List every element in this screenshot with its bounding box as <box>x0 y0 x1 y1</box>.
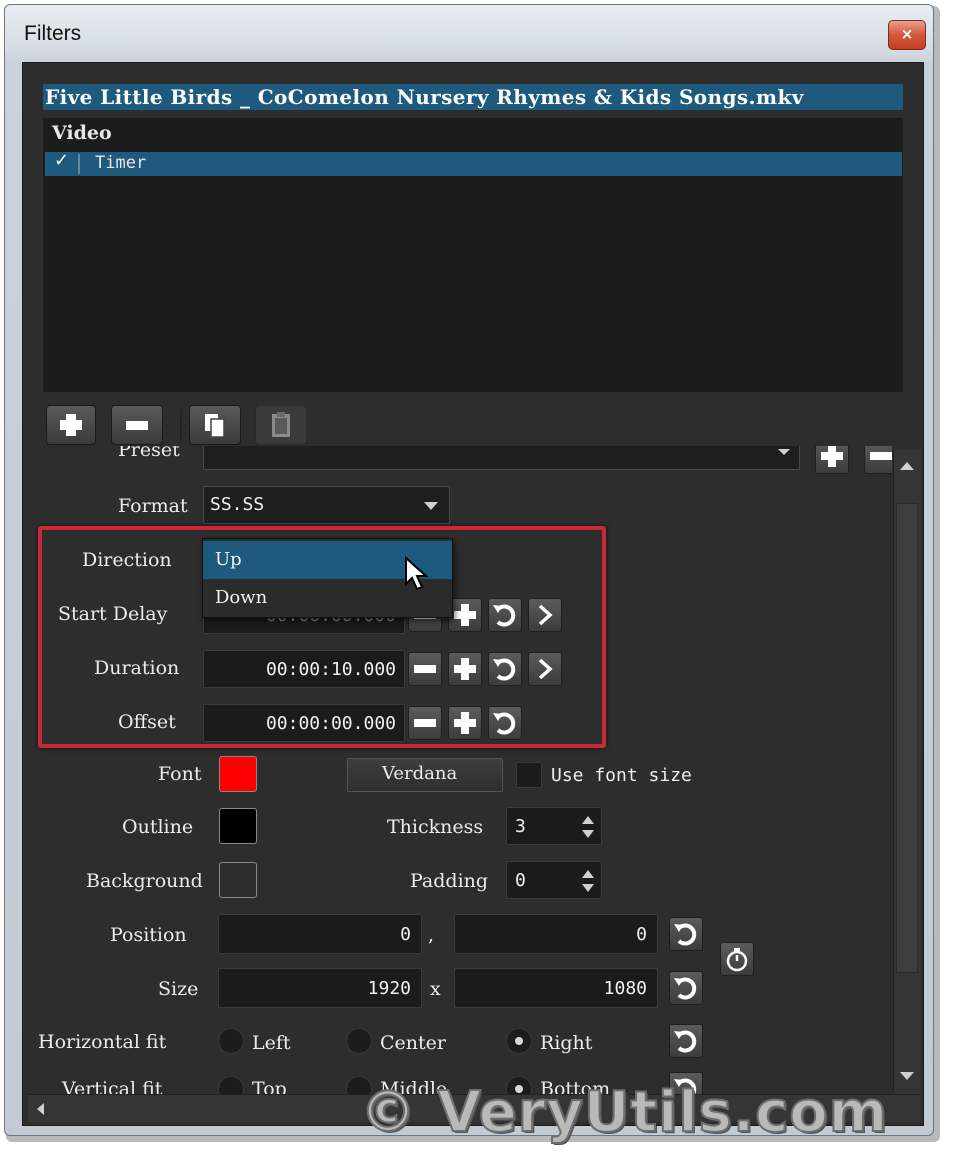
size-width-field[interactable]: 1920 <box>218 968 422 1008</box>
plus-icon <box>60 414 82 436</box>
format-combo[interactable]: SS.SS <box>203 486 450 524</box>
close-icon: × <box>900 25 914 43</box>
position-separator: , <box>428 924 435 946</box>
position-reset-button[interactable] <box>669 917 703 951</box>
outline-color-swatch[interactable] <box>219 808 257 844</box>
font-name: Verdana <box>382 763 458 784</box>
preset-combo[interactable] <box>203 446 800 470</box>
hfit-reset-button[interactable] <box>669 1024 703 1058</box>
position-y-field[interactable]: 0 <box>454 914 658 954</box>
filter-row-timer[interactable] <box>45 152 902 176</box>
row-divider <box>78 154 80 174</box>
copy-icon <box>205 414 225 438</box>
vertical-fit-label: Vertical fit <box>62 1078 163 1094</box>
position-y-value: 0 <box>636 924 647 945</box>
spin-arrows-icon[interactable] <box>579 866 597 896</box>
size-height-value: 1080 <box>603 978 647 999</box>
font-label: Font <box>158 763 202 785</box>
hfit-right-radio[interactable] <box>506 1028 532 1054</box>
reset-icon <box>674 923 697 946</box>
size-reset-button[interactable] <box>669 971 703 1005</box>
remove-filter-button[interactable] <box>111 405 163 445</box>
size-height-field[interactable]: 1080 <box>454 968 658 1008</box>
window-title: Filters <box>24 22 82 45</box>
format-label: Format <box>118 495 188 517</box>
background-label: Background <box>86 870 203 892</box>
use-font-size-checkbox[interactable] <box>516 762 542 788</box>
position-x-field[interactable]: 0 <box>218 914 422 954</box>
paste-icon <box>272 412 290 437</box>
toolbar-separator <box>180 409 182 441</box>
filter-enabled-checkbox[interactable]: ✓ <box>54 150 69 171</box>
copy-filters-button[interactable] <box>189 405 241 445</box>
hfit-left-label: Left <box>252 1032 291 1054</box>
plus-icon <box>821 446 843 467</box>
position-label: Position <box>110 924 187 946</box>
vfit-top-label: Top <box>252 1078 287 1094</box>
stopwatch-icon <box>726 948 748 972</box>
font-color-swatch[interactable] <box>219 756 257 792</box>
mouse-cursor-icon <box>405 556 429 591</box>
minus-icon <box>870 452 892 460</box>
position-size-keyframe-button[interactable] <box>720 942 754 976</box>
font-button[interactable]: Verdana <box>347 758 503 792</box>
use-font-size-label: Use font size <box>551 765 692 786</box>
watermark: © VeryUtils.com <box>359 1079 889 1146</box>
size-label: Size <box>158 978 199 1000</box>
vfit-top-radio[interactable] <box>218 1076 244 1094</box>
minus-icon <box>126 421 148 430</box>
thickness-spinbox[interactable]: 3 <box>506 807 602 845</box>
background-color-swatch[interactable] <box>219 862 257 898</box>
chevron-down-icon <box>424 502 438 510</box>
format-value: SS.SS <box>210 494 265 515</box>
padding-label: Padding <box>410 870 489 892</box>
preset-save-button[interactable] <box>815 446 849 474</box>
scroll-up-icon[interactable] <box>896 456 918 476</box>
scroll-down-icon[interactable] <box>896 1066 918 1086</box>
close-button[interactable]: × <box>888 20 926 50</box>
thickness-value: 3 <box>515 816 526 837</box>
size-width-value: 1920 <box>367 978 411 999</box>
hfit-right-label: Right <box>540 1032 593 1054</box>
horizontal-fit-label: Horizontal fit <box>38 1031 167 1053</box>
preset-delete-button[interactable] <box>864 446 892 474</box>
reset-icon <box>674 1030 697 1053</box>
padding-spinbox[interactable]: 0 <box>506 861 602 899</box>
thickness-label: Thickness <box>387 816 484 838</box>
outline-label: Outline <box>122 816 194 838</box>
chevron-down-icon <box>778 449 790 455</box>
vertical-scrollbar-thumb[interactable] <box>896 503 918 973</box>
filter-label-timer: Timer <box>95 153 147 173</box>
spin-arrows-icon[interactable] <box>579 812 597 842</box>
position-x-value: 0 <box>400 924 411 945</box>
add-filter-button[interactable] <box>46 405 96 445</box>
file-title: Five Little Birds _ CoComelon Nursery Rh… <box>43 84 903 110</box>
paste-filters-button[interactable] <box>255 405 307 445</box>
preset-label: Preset <box>118 446 180 461</box>
hfit-center-label: Center <box>380 1032 446 1054</box>
size-separator: x <box>430 978 441 1000</box>
padding-value: 0 <box>515 870 526 891</box>
hfit-left-radio[interactable] <box>218 1028 244 1054</box>
hfit-center-radio[interactable] <box>346 1028 372 1054</box>
video-category-header: Video <box>52 122 112 144</box>
reset-icon <box>674 977 697 1000</box>
scroll-left-icon[interactable] <box>32 1099 50 1119</box>
